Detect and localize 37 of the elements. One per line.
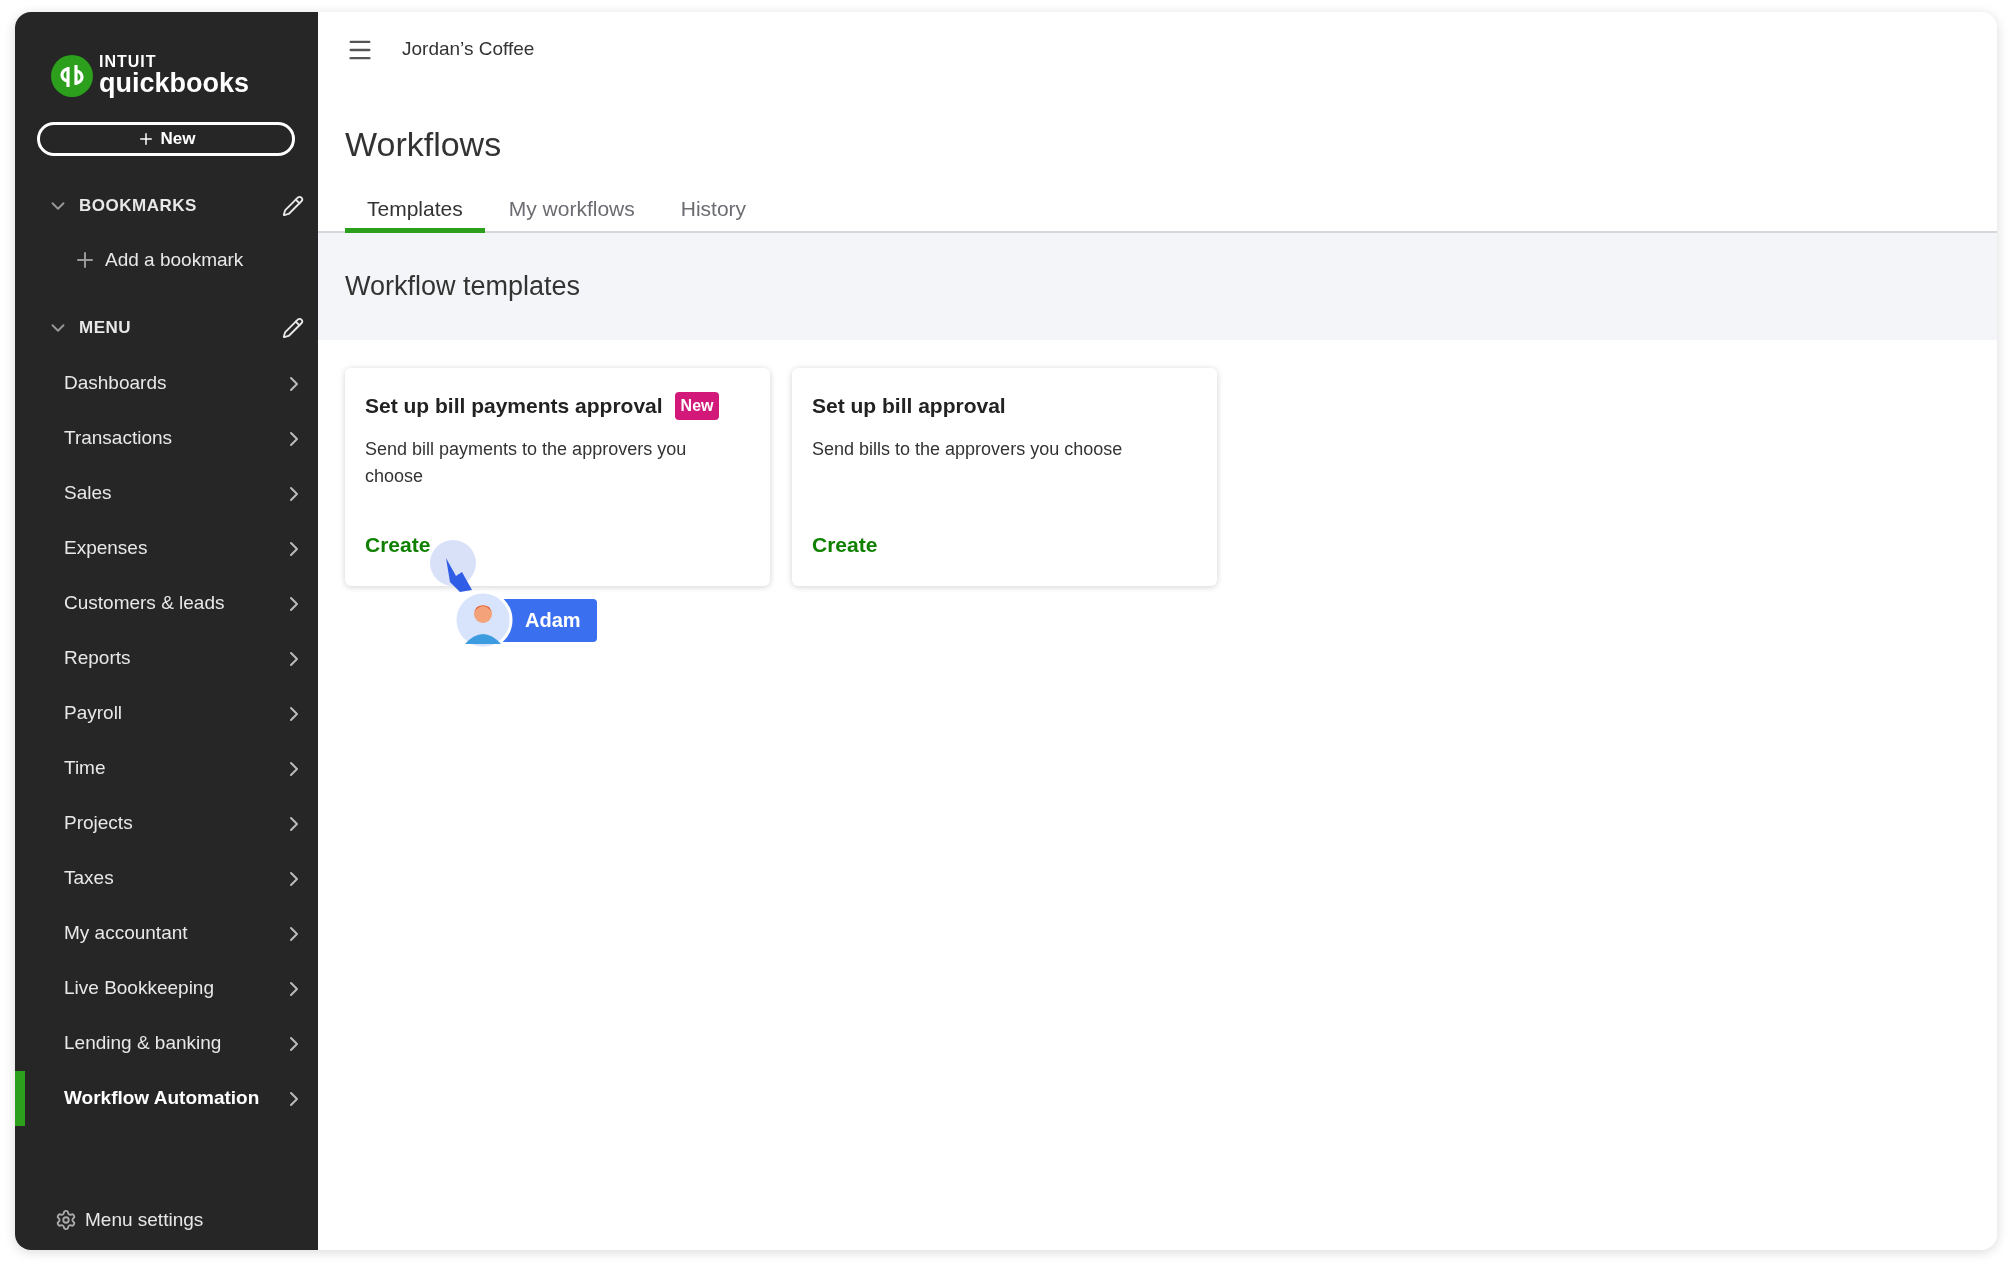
new-badge: New: [674, 391, 720, 420]
menu-settings-link[interactable]: Menu settings: [15, 1200, 318, 1240]
menu-item[interactable]: Projects: [15, 796, 318, 851]
section-heading: BOOKMARKS: [79, 195, 198, 218]
logo-text: INTUIT: [99, 54, 158, 70]
menu-item[interactable]: Payroll: [15, 686, 318, 741]
add-bookmark-link[interactable]: Add a bookmark: [15, 234, 318, 286]
menu-item[interactable]: Customers & leads: [15, 576, 318, 631]
menu-item[interactable]: Live Bookkeeping: [15, 961, 318, 1016]
menu-item[interactable]: Expenses: [15, 521, 318, 576]
menu-item[interactable]: Dashboards: [15, 356, 318, 411]
card-title: Set up bill payments approval: [365, 393, 663, 419]
company-name: Jordan’s Coffee: [402, 37, 535, 62]
logo-text: quickbooks: [99, 70, 250, 97]
section-heading: MENU: [79, 317, 133, 340]
edit-icon[interactable]: [282, 317, 304, 339]
menu-item[interactable]: Sales: [15, 466, 318, 521]
section-title: Workflow templates: [345, 270, 581, 304]
menu-item[interactable]: Time: [15, 741, 318, 796]
edit-icon[interactable]: [282, 195, 304, 217]
card-description: Send bill payments to the approvers you choose: [365, 437, 688, 488]
new-button[interactable]: New: [37, 122, 295, 156]
menu-item[interactable]: Reports: [15, 631, 318, 686]
create-link[interactable]: Create: [812, 528, 878, 560]
create-link[interactable]: Create: [365, 528, 431, 560]
tab[interactable]: History: [658, 189, 769, 233]
page-title: Workflows: [344, 127, 503, 161]
card-title: Set up bill approval: [812, 393, 1006, 419]
avatar-icon: [453, 590, 513, 650]
menu-item[interactable]: Taxes: [15, 851, 318, 906]
settings-icon: [55, 1209, 77, 1231]
card-description: Send bills to the approvers you choose: [812, 437, 1124, 461]
tab[interactable]: My workflows: [486, 189, 657, 233]
logo-icon: [51, 54, 93, 97]
menu-item[interactable]: Lending & banking: [15, 1016, 318, 1071]
menu-item[interactable]: Transactions: [15, 411, 318, 466]
menu-item[interactable]: My accountant: [15, 906, 318, 961]
